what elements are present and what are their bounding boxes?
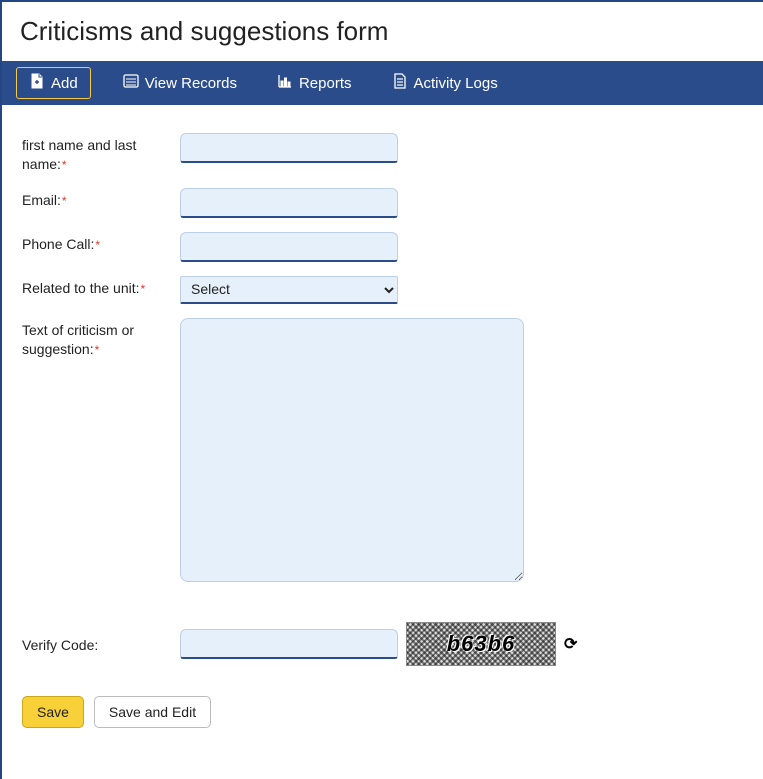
tab-add-label: Add (51, 75, 78, 92)
name-input[interactable] (180, 133, 398, 163)
tab-view-records[interactable]: View Records (115, 69, 245, 97)
page-title: Criticisms and suggestions form (2, 2, 763, 61)
tab-add[interactable]: Add (16, 67, 91, 99)
form-area: first name and last name:* Email:* Phone… (2, 105, 763, 748)
tab-reports-label: Reports (299, 75, 352, 92)
tab-view-records-label: View Records (145, 75, 237, 92)
required-marker: * (95, 343, 100, 357)
save-button[interactable]: Save (22, 696, 84, 728)
add-page-icon (29, 73, 45, 93)
chart-icon (277, 73, 293, 93)
tab-reports[interactable]: Reports (269, 69, 360, 97)
tab-activity-logs[interactable]: Activity Logs (384, 69, 506, 97)
text-label: Text of criticism or suggestion:* (22, 318, 180, 359)
captcha-image: b63b6 (406, 622, 556, 666)
toolbar: Add View Records Reports Activity Logs (2, 61, 763, 105)
text-textarea[interactable] (180, 318, 524, 582)
email-label: Email:* (22, 188, 180, 210)
phone-label: Phone Call:* (22, 232, 180, 254)
verify-label: Verify Code: (22, 633, 180, 655)
required-marker: * (62, 194, 67, 208)
tab-activity-logs-label: Activity Logs (414, 75, 498, 92)
phone-input[interactable] (180, 232, 398, 262)
save-edit-button[interactable]: Save and Edit (94, 696, 211, 728)
unit-select[interactable]: Select (180, 276, 398, 304)
refresh-captcha-icon[interactable]: ⟳ (564, 634, 577, 654)
verify-input[interactable] (180, 629, 398, 659)
name-label: first name and last name:* (22, 133, 180, 174)
unit-label: Related to the unit:* (22, 276, 180, 298)
list-icon (123, 73, 139, 93)
required-marker: * (141, 282, 146, 296)
required-marker: * (62, 158, 67, 172)
log-icon (392, 73, 408, 93)
email-input[interactable] (180, 188, 398, 218)
required-marker: * (95, 238, 100, 252)
